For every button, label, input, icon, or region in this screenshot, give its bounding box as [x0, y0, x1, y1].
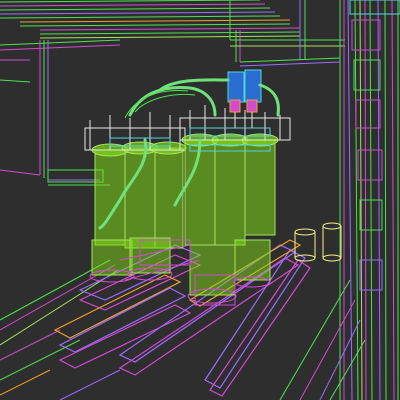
wireframe-scene[interactable] — [0, 0, 400, 400]
3d-viewport[interactable] — [0, 0, 400, 400]
